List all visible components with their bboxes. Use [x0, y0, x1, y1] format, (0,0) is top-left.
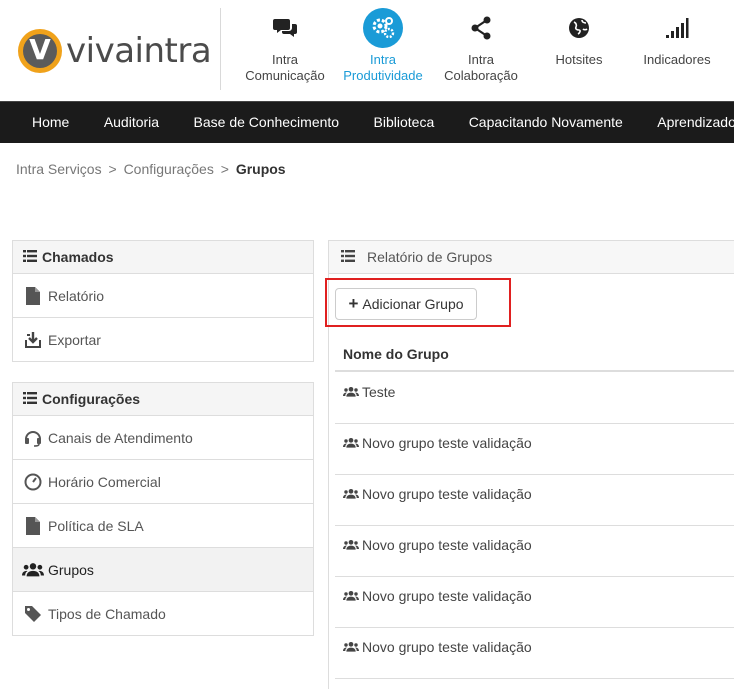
globe-icon	[531, 10, 627, 46]
sidebar-item-horario-comercial[interactable]: Horário Comercial	[13, 460, 313, 504]
table-row[interactable]: Novo grupo teste validação	[335, 577, 734, 628]
group-name: Novo grupo teste validação	[362, 486, 532, 502]
users-icon	[343, 385, 359, 401]
tag-icon	[22, 605, 44, 623]
group-name: Novo grupo teste validação	[362, 588, 532, 604]
table-row[interactable]: Novo grupo teste validação	[335, 628, 734, 679]
table-row[interactable]: Novo grupo teste validação	[335, 475, 734, 526]
users-icon	[343, 487, 359, 503]
breadcrumb-separator: >	[220, 161, 229, 177]
users-icon	[343, 436, 359, 452]
logo-mark-icon: V	[18, 29, 62, 73]
breadcrumb-configuracoes[interactable]: Configurações	[124, 161, 214, 177]
breadcrumb: Intra Serviços > Configurações > Grupos	[16, 161, 286, 177]
breadcrumb-current: Grupos	[235, 161, 286, 177]
topnav-intra-produtividade[interactable]: Intra Produtividade	[335, 8, 431, 84]
header-divider	[220, 8, 221, 90]
sidebar-item-exportar[interactable]: Exportar	[13, 318, 313, 361]
panel-header-chamados: Chamados	[13, 241, 313, 274]
group-name: Novo grupo teste validação	[362, 435, 532, 451]
main-nav: Home Auditoria Base de Conhecimento Bibl…	[0, 101, 734, 143]
topnav-intra-colaboracao[interactable]: Intra Colaboração	[433, 10, 529, 84]
sidebar-item-canais-de-atendimento[interactable]: Canais de Atendimento	[13, 416, 313, 460]
sidebar-item-relatorio[interactable]: Relatório	[13, 274, 313, 318]
headset-icon	[22, 429, 44, 447]
table-row[interactable]: Teste	[335, 373, 734, 424]
app-header: V vivaintra Intra Comunicação Intra Prod…	[0, 0, 734, 101]
table-row[interactable]: Novo grupo teste validação	[335, 424, 734, 475]
nav-biblioteca[interactable]: Biblioteca	[374, 102, 435, 142]
panel-header-configuracoes: Configurações	[13, 383, 313, 416]
topnav-indicadores[interactable]: Indicadores	[629, 10, 725, 68]
panel-header-relatorio-de-grupos: Relatório de Grupos	[328, 240, 734, 274]
gears-icon	[335, 8, 431, 48]
share-icon	[433, 10, 529, 46]
download-icon	[22, 331, 44, 349]
list-icon	[341, 249, 355, 265]
sidebar-panel-chamados: Chamados Relatório Exportar	[12, 240, 314, 362]
table-header-nome-do-grupo[interactable]: Nome do Grupo	[335, 337, 734, 372]
sidebar-item-tipos-de-chamado[interactable]: Tipos de Chamado	[13, 592, 313, 635]
users-icon	[343, 589, 359, 605]
group-name: Novo grupo teste validação	[362, 639, 532, 655]
list-icon	[23, 249, 37, 265]
file-icon	[22, 286, 44, 305]
signal-icon	[629, 10, 725, 46]
chat-icon	[237, 10, 333, 46]
nav-aprendizado[interactable]: Aprendizado Fá	[657, 102, 734, 142]
sidebar-item-politica-de-sla[interactable]: Política de SLA	[13, 504, 313, 548]
logo-text: vivaintra	[66, 31, 212, 71]
topnav-hotsites[interactable]: Hotsites	[531, 10, 627, 68]
nav-auditoria[interactable]: Auditoria	[104, 102, 159, 142]
breadcrumb-intra-servicos[interactable]: Intra Serviços	[16, 161, 102, 177]
topnav-intra-comunicacao[interactable]: Intra Comunicação	[237, 10, 333, 84]
table-row[interactable]: Novo grupo teste validação	[335, 526, 734, 577]
list-icon	[23, 391, 37, 407]
file-icon	[22, 516, 44, 535]
group-name: Teste	[362, 384, 396, 400]
clock-icon	[22, 473, 44, 491]
users-icon	[343, 538, 359, 554]
nav-capacitando-novamente[interactable]: Capacitando Novamente	[469, 102, 623, 142]
sidebar-item-grupos[interactable]: Grupos	[13, 548, 313, 592]
users-icon	[22, 562, 44, 578]
breadcrumb-separator: >	[108, 161, 117, 177]
vivaintra-logo[interactable]: V vivaintra	[18, 28, 212, 74]
nav-base-de-conhecimento[interactable]: Base de Conhecimento	[194, 102, 340, 142]
users-icon	[343, 640, 359, 656]
highlight-annotation-box	[325, 278, 511, 327]
nav-home[interactable]: Home	[32, 102, 69, 142]
panel-title: Relatório de Grupos	[367, 249, 493, 265]
group-name: Novo grupo teste validação	[362, 537, 532, 553]
sidebar-panel-configuracoes: Configurações Canais de Atendimento Horá…	[12, 382, 314, 636]
